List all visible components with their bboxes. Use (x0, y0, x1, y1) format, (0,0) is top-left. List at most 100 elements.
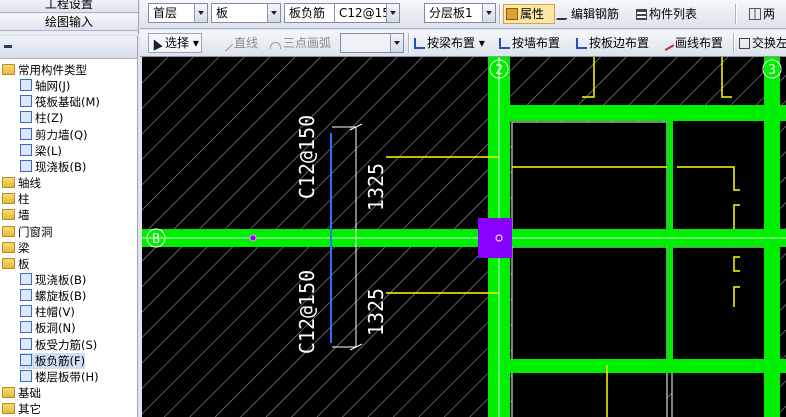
tree-item[interactable]: 柱(Z) (20, 110, 63, 126)
place-by-beam-button[interactable]: 按梁布置 ▾ (412, 33, 487, 53)
rebar-label-right: C12@150 (295, 115, 319, 199)
slab-edge-icon (576, 38, 587, 49)
component-select-value: 板负筋 (289, 6, 326, 20)
tree-item-label: 梁 (18, 240, 30, 255)
draw-line-place-button[interactable]: 画线布置 (661, 33, 725, 53)
line-label: 直线 (234, 36, 259, 50)
drawing-canvas[interactable]: B 2 3 1325 1325 C12@150 C12@150 (142, 57, 786, 417)
tree-item-label: 螺旋板(B) (35, 289, 87, 304)
draw-line-label: 画线布置 (675, 36, 724, 50)
tree-folder[interactable]: 其它 (2, 401, 41, 417)
three-point-arc-button[interactable]: 三点画弧 (268, 33, 333, 53)
place-by-slab-edge-button[interactable]: 按板边布置 (574, 33, 651, 53)
tree-item-label: 门窗洞 (18, 224, 53, 239)
arc-option-select[interactable] (340, 33, 404, 53)
toolbar-separator (735, 4, 737, 24)
tree-item-label: 现浇板(B) (35, 159, 87, 174)
axis-label-3: 3 (768, 63, 776, 78)
tree-folder[interactable]: 门窗洞 (2, 224, 53, 240)
beam-icon (20, 143, 32, 156)
tree-item-label: 常用构件类型 (18, 63, 87, 77)
beam-secondary[interactable] (667, 105, 673, 367)
place-by-wall-label: 按墙布置 (512, 36, 561, 50)
chevron-down-icon[interactable] (390, 34, 403, 52)
tree-item[interactable]: 梁(L) (20, 143, 62, 159)
component-list-label: 构件列表 (649, 7, 698, 21)
chevron-down-icon[interactable] (194, 4, 207, 22)
component-list-button[interactable]: 构件列表 (634, 4, 699, 24)
swap-label: 交换左 (752, 36, 786, 50)
tree-item-label: 剪力墙(Q) (35, 127, 88, 142)
tree-item-label: 板洞(N) (35, 321, 76, 336)
tree-item-label: 柱 (18, 192, 30, 207)
slab-hole-icon (20, 321, 32, 334)
tree-item-label: 梁(L) (35, 143, 62, 158)
floor-select[interactable]: 首层 (148, 3, 208, 23)
tree-item[interactable]: 筏板基础(M) (20, 94, 100, 110)
cad-drawing[interactable]: B 2 3 1325 1325 C12@150 C12@150 (142, 57, 786, 417)
tree-item-label: 筏板基础(M) (35, 95, 100, 110)
tree-item[interactable]: 剪力墙(Q) (20, 127, 88, 143)
beam-horizontal-bottom[interactable] (488, 359, 786, 373)
edit-rebar-label: 编辑钢筋 (571, 7, 620, 21)
drawing-input-button[interactable]: 绘图输入 (0, 14, 138, 31)
tree-folder[interactable]: 梁 (2, 240, 30, 256)
tree-item-label: 墙 (18, 208, 30, 223)
tree-item[interactable]: 现浇板(B) (20, 272, 86, 288)
chevron-down-icon[interactable] (482, 4, 495, 22)
tree-folder[interactable]: 轴线 (2, 175, 41, 191)
swap-icon (739, 38, 750, 49)
tree-item-label: 其它 (18, 402, 41, 417)
tree-item-label: 轴网(J) (35, 79, 71, 94)
slab-panel (511, 371, 668, 417)
tree-item-label: 板 (18, 256, 30, 271)
cast-slab-icon (20, 159, 32, 172)
collapse-icon[interactable] (4, 45, 12, 48)
tree-item[interactable]: 现浇板(B) (20, 159, 86, 175)
folder-icon (2, 225, 15, 237)
axis-grid-icon (20, 79, 32, 92)
tree-folder[interactable]: 柱 (2, 191, 30, 207)
tree-item[interactable]: 轴网(J) (20, 78, 70, 94)
tree-item[interactable]: 楼层板带(H) (20, 369, 99, 385)
two-point-label: 两 (763, 7, 776, 21)
cursor-icon (149, 37, 163, 51)
tree-folder[interactable]: 板 (2, 256, 30, 272)
tree-item[interactable]: 板负筋(F) (20, 352, 86, 369)
tree-item[interactable]: 柱帽(V) (20, 304, 75, 320)
column-cap-icon (20, 305, 32, 318)
tree-item[interactable]: 板受力筋(S) (20, 337, 97, 353)
line-button[interactable]: 直线 (220, 33, 260, 53)
folder-icon (2, 241, 15, 253)
tree-item-label: 现浇板(B) (35, 272, 87, 287)
two-point-button[interactable]: 两 (747, 4, 777, 24)
tree-folder[interactable]: 墙 (2, 207, 30, 223)
chevron-down-icon[interactable] (267, 4, 280, 22)
tree-header (0, 36, 137, 59)
tree-item[interactable]: 螺旋板(B) (20, 288, 86, 304)
chevron-down-icon[interactable] (386, 4, 399, 22)
place-by-wall-button[interactable]: 按墙布置 (497, 33, 562, 53)
tree-folder[interactable]: 常用构件类型 (2, 62, 87, 78)
category-select[interactable]: 板 (211, 3, 281, 23)
rebar-spec-select[interactable]: C12@150 (334, 3, 400, 23)
folder-icon (2, 209, 15, 221)
tree-item-label: 楼层板带(H) (35, 369, 99, 384)
layer-select[interactable]: 分层板1 (424, 3, 496, 23)
project-settings-button[interactable]: 工程设置 (0, 0, 138, 13)
tree-item-label: 柱帽(V) (35, 305, 75, 320)
floor-select-value: 首层 (153, 6, 178, 20)
edit-rebar-button[interactable]: 编辑钢筋 (556, 4, 621, 24)
column-icon (20, 111, 32, 124)
select-button[interactable]: 选择 ▾ (148, 33, 202, 53)
properties-button[interactable]: 属性 (503, 4, 555, 24)
tree-folder[interactable]: 基础 (2, 385, 41, 401)
tree-item[interactable]: 板洞(N) (20, 320, 76, 336)
swap-left-right-button[interactable]: 交换左 (737, 33, 786, 53)
beam-horizontal-top[interactable] (488, 105, 786, 121)
column[interactable] (478, 218, 512, 258)
grip-point[interactable] (249, 234, 257, 242)
toolbar-separator (499, 4, 501, 24)
slab-panel (511, 121, 668, 233)
grid-icon (749, 8, 761, 20)
